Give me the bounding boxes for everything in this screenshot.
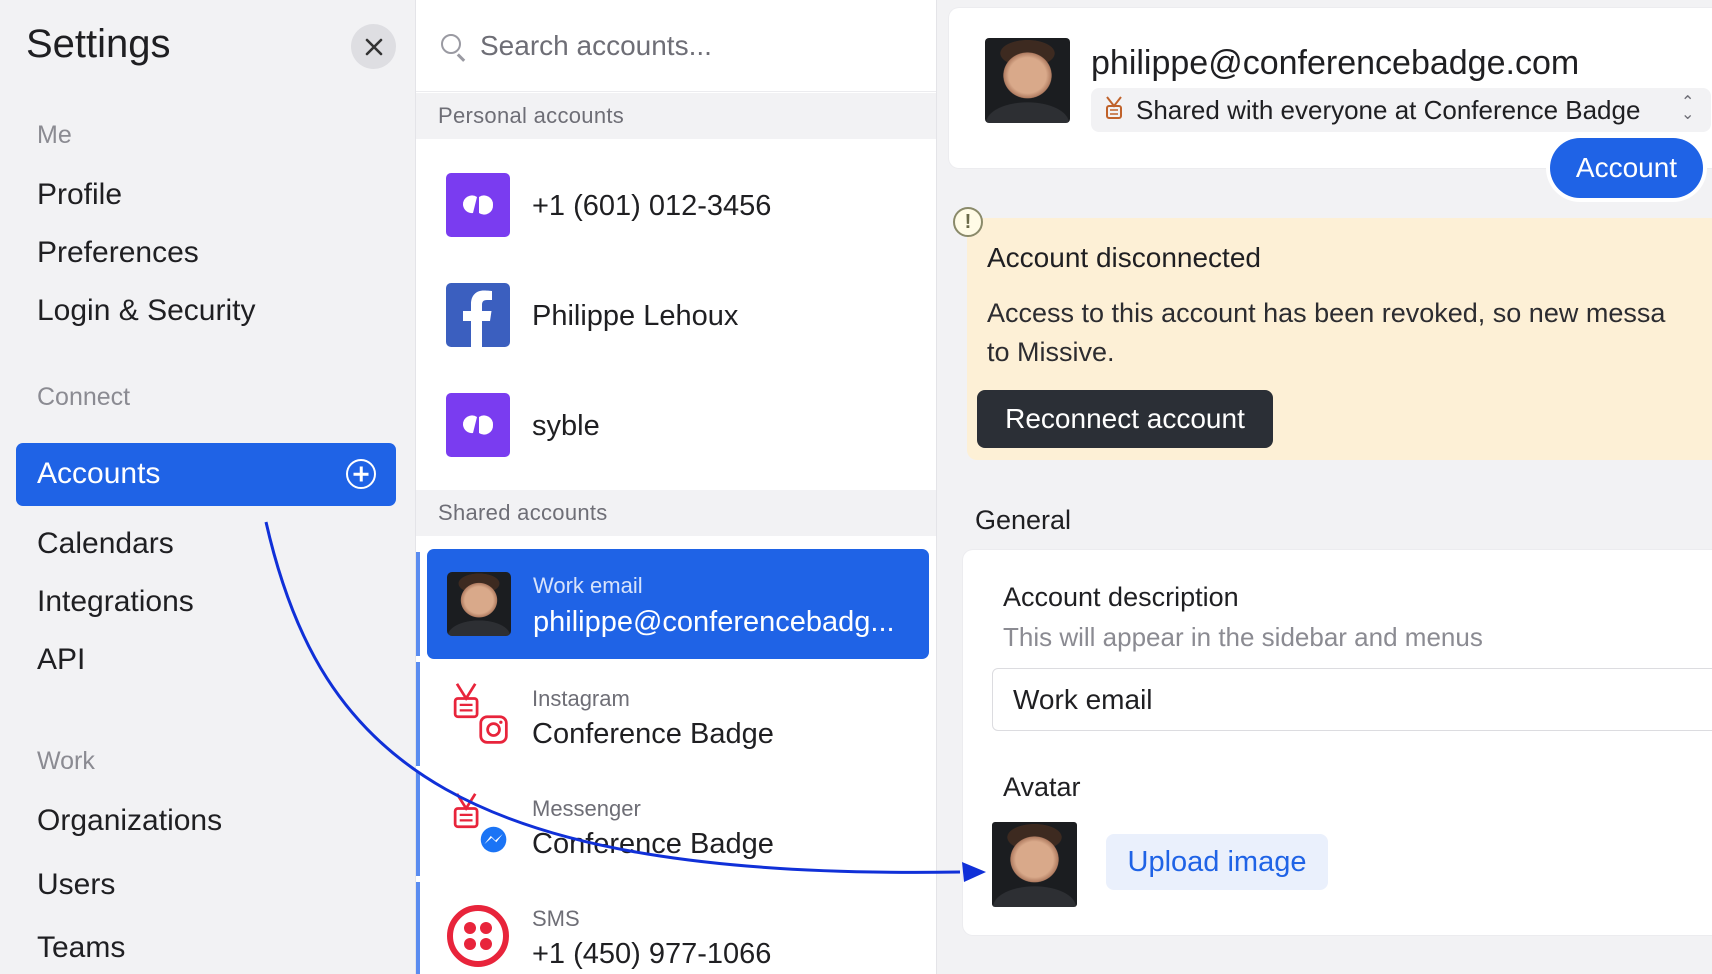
messenger-badge-icon <box>446 792 510 856</box>
sidebar-item-users[interactable]: Users <box>37 868 115 902</box>
alert-title: Account disconnected <box>987 242 1261 273</box>
conference-badge-icon <box>1106 96 1122 119</box>
list-item[interactable]: Philippe Lehoux <box>416 262 936 372</box>
sidebar-item-calendars[interactable]: Calendars <box>37 527 174 561</box>
account-name: +1 (450) 977-1066 <box>532 938 772 970</box>
account-name: Philippe Lehoux <box>532 300 739 332</box>
list-item-selected[interactable]: Work email philippe@conferencebadg... <box>427 549 929 659</box>
sidebar-item-profile[interactable]: Profile <box>37 178 122 212</box>
close-button[interactable] <box>351 24 396 69</box>
list-item[interactable]: +1 (601) 012-3456 <box>416 152 936 262</box>
shared-accounts-header: Shared accounts <box>416 490 936 536</box>
personal-accounts-header: Personal accounts <box>416 93 936 139</box>
sidebar-item-teams[interactable]: Teams <box>37 931 125 965</box>
description-label: Account description <box>1003 582 1239 612</box>
facebook-icon <box>446 283 510 347</box>
avatar <box>447 572 511 636</box>
general-heading: General <box>975 505 1072 535</box>
disconnected-alert: Account disconnected Access to this acco… <box>967 218 1712 460</box>
sharing-label: Shared with everyone at Conference Badge <box>1136 95 1641 125</box>
account-type: Work email <box>533 573 643 598</box>
general-card: Account description This will appear in … <box>963 550 1712 935</box>
warning-icon: ! <box>953 207 983 237</box>
account-description-field[interactable] <box>992 668 1712 731</box>
chevron-updown-icon: ⌃ ⌄ <box>1681 94 1695 123</box>
sidebar-item-label: Accounts <box>37 457 161 490</box>
account-name: Conference Badge <box>532 718 774 750</box>
account-type: Messenger <box>532 796 641 821</box>
sharing-select[interactable]: Shared with everyone at Conference Badge… <box>1091 88 1711 132</box>
settings-sidebar: Settings Me Profile Preferences Login & … <box>0 0 415 974</box>
list-item[interactable]: Messenger Conference Badge <box>416 772 936 882</box>
section-work: Work <box>37 747 95 775</box>
search-icon <box>441 34 461 54</box>
list-item[interactable]: syble <box>416 372 936 482</box>
reconnect-account-button[interactable]: Reconnect account <box>977 390 1273 448</box>
accounts-list: Personal accounts +1 (601) 012-3456 Phil… <box>415 0 937 974</box>
sidebar-item-api[interactable]: API <box>37 643 85 677</box>
account-email: philippe@conferencebadge.com <box>1091 44 1580 82</box>
twilio-icon <box>446 904 510 968</box>
account-name: +1 (601) 012-3456 <box>532 190 772 222</box>
description-hint: This will appear in the sidebar and menu… <box>1003 622 1483 652</box>
sidebar-item-login-security[interactable]: Login & Security <box>37 294 255 328</box>
account-name: philippe@conferencebadg... <box>533 606 895 638</box>
account-type: Instagram <box>532 686 630 711</box>
search-bar <box>416 0 936 92</box>
avatar <box>985 38 1070 123</box>
list-item[interactable]: Instagram Conference Badge <box>416 662 936 772</box>
account-button[interactable]: Account <box>1550 138 1703 198</box>
section-connect: Connect <box>37 383 131 411</box>
missive-icon <box>446 173 510 237</box>
missive-icon <box>446 393 510 457</box>
avatar-label: Avatar <box>1003 772 1081 802</box>
sidebar-item-integrations[interactable]: Integrations <box>37 585 194 619</box>
add-account-icon[interactable] <box>346 459 376 489</box>
list-item[interactable]: SMS +1 (450) 977-1066 <box>416 882 936 974</box>
sidebar-item-preferences[interactable]: Preferences <box>37 236 199 270</box>
sidebar-item-accounts[interactable]: Accounts <box>16 443 396 506</box>
avatar-preview <box>992 822 1077 907</box>
shared-indicator <box>416 552 420 656</box>
close-icon <box>365 38 382 55</box>
account-type: SMS <box>532 906 580 931</box>
settings-title: Settings <box>26 22 171 66</box>
section-me: Me <box>37 121 72 149</box>
account-name: syble <box>532 410 600 442</box>
sidebar-item-organizations[interactable]: Organizations <box>37 804 222 838</box>
account-detail: philippe@conferencebadge.com Shared with… <box>937 0 1712 974</box>
upload-image-button[interactable]: Upload image <box>1106 834 1328 890</box>
instagram-badge-icon <box>446 682 510 746</box>
search-input[interactable] <box>480 22 900 70</box>
account-name: Conference Badge <box>532 828 774 860</box>
alert-body: Access to this account has been revoked,… <box>987 298 1666 367</box>
